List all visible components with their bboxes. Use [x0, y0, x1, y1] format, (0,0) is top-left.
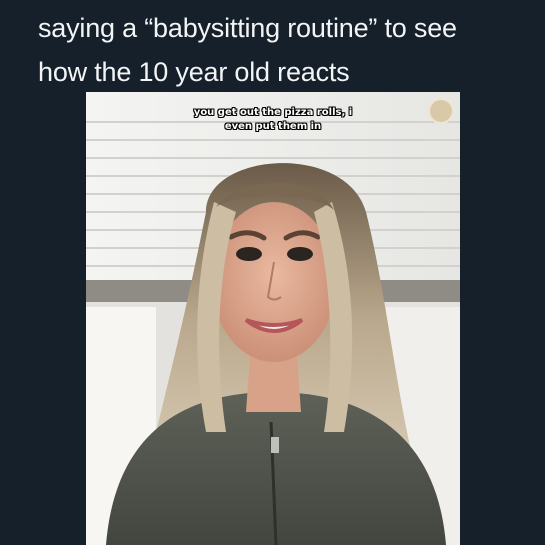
- meme-post: saying a “babysitting routine” to see ho…: [0, 0, 545, 545]
- subtitle-line-2: even put them in: [224, 121, 322, 132]
- meme-caption: saying a “babysitting routine” to see ho…: [38, 6, 528, 94]
- caption-line-1: saying a “babysitting routine” to see: [38, 13, 457, 43]
- caption-line-2: how the 10 year old reacts: [38, 57, 350, 87]
- profile-avatar-icon: [428, 98, 454, 124]
- video-subtitle: you get out the pizza rolls, i even put …: [86, 106, 460, 134]
- subtitle-line-1: you get out the pizza rolls, i: [193, 107, 353, 118]
- video-frame[interactable]: you get out the pizza rolls, i even put …: [86, 92, 460, 545]
- video-still-image: [86, 92, 460, 545]
